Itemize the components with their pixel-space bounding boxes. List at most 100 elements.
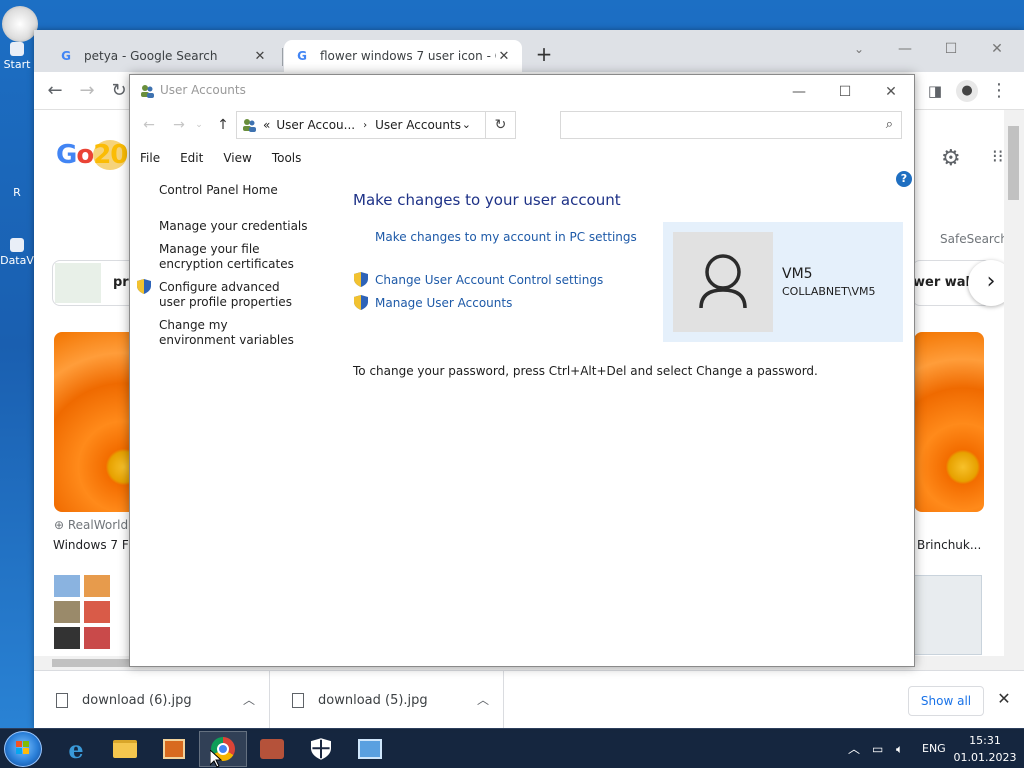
close-icon[interactable]: ✕ xyxy=(252,49,268,64)
user-domain: COLLABNET\VM5 xyxy=(782,285,876,298)
more-menu-icon[interactable]: ⋮ xyxy=(986,78,1012,104)
recent-locations-icon[interactable]: ⌄ xyxy=(192,114,206,136)
back-icon[interactable]: ← xyxy=(42,78,68,104)
page-heading: Make changes to your user account xyxy=(353,191,621,209)
result-image-screenshot[interactable] xyxy=(914,575,982,655)
thumbnail xyxy=(54,575,80,597)
cp-glyph xyxy=(358,739,382,759)
show-hidden-icons[interactable]: ︿ xyxy=(848,729,860,768)
chrome-desktop-icon xyxy=(2,6,38,42)
minimize-button[interactable]: — xyxy=(882,36,928,62)
side-panel-icon[interactable]: ◨ xyxy=(922,78,948,104)
security-icon[interactable] xyxy=(297,731,345,767)
chevron-down-icon[interactable]: ⌄ xyxy=(462,118,471,131)
desktop-label-start: Start xyxy=(3,58,31,71)
file-icon xyxy=(292,692,304,708)
control-panel-home-link[interactable]: Control Panel Home xyxy=(159,183,329,198)
up-icon[interactable]: ↑ xyxy=(212,114,234,136)
password-hint: To change your password, press Ctrl+Alt+… xyxy=(353,364,818,378)
download-filename: download (6).jpg xyxy=(82,692,192,708)
menu-edit[interactable]: Edit xyxy=(170,147,213,169)
new-tab-button[interactable]: + xyxy=(532,43,556,67)
help-icon[interactable]: ? xyxy=(896,171,912,187)
desktop-icon-start[interactable] xyxy=(0,6,38,44)
chevron-up-icon[interactable]: ︿ xyxy=(477,691,489,708)
uac-settings-link[interactable]: Change User Account Control settings xyxy=(375,273,603,287)
profile-avatar[interactable]: ● xyxy=(954,78,980,104)
start-button[interactable] xyxy=(4,731,42,767)
result-image-right[interactable] xyxy=(914,332,984,512)
tab-separator xyxy=(282,48,283,66)
address-bar[interactable]: « User Accou... › User Accounts ⌄ ↻ xyxy=(236,111,516,139)
scrollbar-thumb[interactable] xyxy=(1008,126,1019,200)
forward-icon[interactable]: → xyxy=(74,78,100,104)
thumbnail-grid[interactable] xyxy=(54,575,110,649)
clock[interactable]: 15:31 01.01.2023 xyxy=(950,732,1020,766)
chrome-icon[interactable] xyxy=(199,731,247,767)
file-encryption-link[interactable]: Manage your file encryption certificates xyxy=(159,242,319,272)
tab-flower[interactable]: G flower windows 7 user icon - Goo ✕ xyxy=(284,40,522,72)
apps-grid-icon[interactable]: ⁝⁝ xyxy=(992,146,1003,167)
download-item[interactable]: download (6).jpg ︿ xyxy=(34,671,270,729)
language-indicator[interactable]: ENG xyxy=(922,729,946,768)
forward-icon[interactable]: → xyxy=(168,114,190,136)
media-glyph xyxy=(163,739,185,759)
breadcrumb-item[interactable]: User Accou... xyxy=(276,118,355,132)
manage-credentials-link[interactable]: Manage your credentials xyxy=(159,219,329,234)
desktop-icon-dataw[interactable]: DataV xyxy=(0,238,34,267)
result-title-left[interactable]: Windows 7 Flo xyxy=(53,538,139,552)
pc-settings-link[interactable]: Make changes to my account in PC setting… xyxy=(375,230,637,244)
clock-date: 01.01.2023 xyxy=(953,751,1017,764)
user-accounts-icon xyxy=(139,83,155,99)
menu-file[interactable]: File xyxy=(130,147,170,169)
manage-user-accounts-link[interactable]: Manage User Accounts xyxy=(375,296,512,310)
breadcrumb-item[interactable]: User Accounts xyxy=(375,118,461,132)
desktop-icon-r[interactable]: R xyxy=(0,186,34,199)
close-icon[interactable]: ✕ xyxy=(496,49,512,64)
maximize-button[interactable]: ☐ xyxy=(822,79,868,105)
close-window-button[interactable]: ✕ xyxy=(868,79,914,105)
refresh-icon[interactable]: ↻ xyxy=(485,112,515,138)
menu-view[interactable]: View xyxy=(213,147,261,169)
control-panel-icon[interactable] xyxy=(346,731,394,767)
show-all-button[interactable]: Show all xyxy=(908,686,984,716)
network-icon[interactable]: ▭ xyxy=(872,729,883,768)
desktop-label-r: R xyxy=(13,186,21,199)
address-row: ← → ⌄ ↑ « User Accou... › User Accounts … xyxy=(130,109,914,141)
desktop-icon-shortcut[interactable]: Start xyxy=(0,42,34,71)
tab-title: flower windows 7 user icon - Goo xyxy=(320,49,496,63)
chevron-up-icon[interactable]: ︿ xyxy=(243,691,255,708)
settings-icon[interactable]: ⚙ xyxy=(941,146,961,171)
download-item[interactable]: download (5).jpg ︿ xyxy=(270,671,504,729)
tab-search-icon[interactable]: ⌄ xyxy=(836,36,882,62)
window-titlebar[interactable]: User Accounts — ☐ ✕ xyxy=(130,75,914,107)
result-title-right[interactable]: Brinchuk... xyxy=(917,538,981,552)
globe-icon: ⊕ xyxy=(54,518,68,532)
file-explorer-icon[interactable] xyxy=(101,731,149,767)
profile-icon: ● xyxy=(956,80,978,102)
close-icon[interactable]: ✕ xyxy=(994,689,1014,708)
advanced-profile-link[interactable]: Configure advanced user profile properti… xyxy=(159,280,299,310)
search-input[interactable]: ⌕ xyxy=(560,111,902,139)
chevron-right-icon[interactable]: › xyxy=(363,120,367,131)
breadcrumb-prefix[interactable]: « xyxy=(263,118,270,132)
thumbnail xyxy=(84,575,110,597)
minimize-button[interactable]: — xyxy=(776,79,822,105)
result-source-left[interactable]: ⊕ RealWorld xyxy=(54,518,128,532)
menu-tools[interactable]: Tools xyxy=(262,147,312,169)
user-name: VM5 xyxy=(782,266,813,282)
close-window-button[interactable]: ✕ xyxy=(974,36,1020,62)
vertical-scrollbar[interactable] xyxy=(1004,110,1024,670)
volume-icon[interactable]: 🔈︎ xyxy=(896,729,903,768)
back-icon[interactable]: ← xyxy=(138,114,160,136)
user-tile: VM5 COLLABNET\VM5 xyxy=(663,222,903,342)
internet-explorer-icon[interactable]: e xyxy=(52,731,100,767)
uac-shield-icon xyxy=(137,279,151,294)
maximize-button[interactable]: ☐ xyxy=(928,36,974,62)
app-icon[interactable] xyxy=(248,731,296,767)
media-player-icon[interactable] xyxy=(150,731,198,767)
environment-variables-link[interactable]: Change my environment variables xyxy=(159,318,299,348)
thumbnail xyxy=(84,601,110,623)
safe-search-label[interactable]: SafeSearch xyxy=(940,232,1008,246)
tab-petya[interactable]: G petya - Google Search ✕ xyxy=(48,40,278,72)
